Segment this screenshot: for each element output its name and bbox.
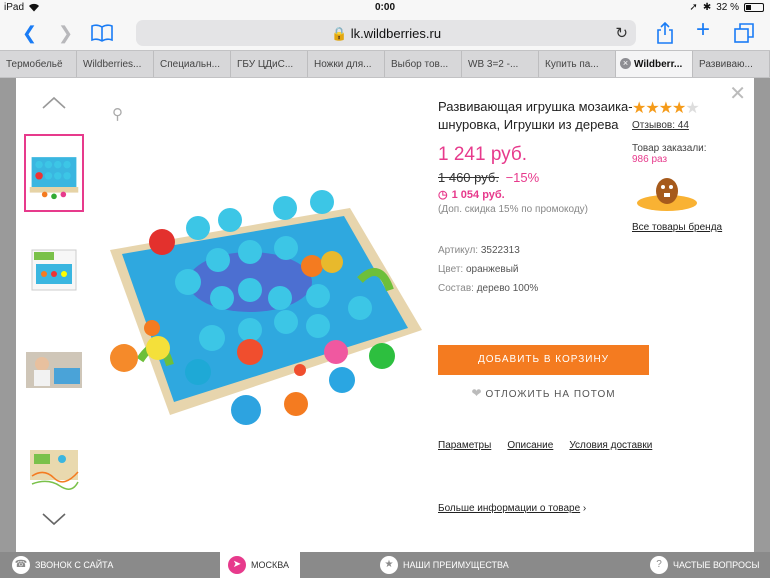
tab-label: Wildberr... [634, 59, 683, 70]
faq-label: ЧАСТЫЕ ВОПРОСЫ [673, 560, 760, 570]
clock: 0:00 [374, 2, 395, 13]
ordered-count: 986 раз [632, 154, 668, 165]
add-to-cart-button[interactable]: ДОБАВИТЬ В КОРЗИНУ [438, 345, 649, 375]
close-tab-icon[interactable]: × [620, 58, 631, 69]
product-modal: ✕ ⚲ Развивающая игрушка мозаика-шнуровка… [16, 78, 754, 552]
rating-column: ★★★★★ Отзывов: 44 Товар заказали: 986 ра… [632, 98, 742, 233]
product-tabs: Параметры Описание Условия доставки [438, 440, 652, 451]
save-for-later-button[interactable]: ❤ ОТЛОЖИТЬ НА ПОТОМ [438, 386, 649, 400]
bottom-bar: ☎ ЗВОНОК С САЙТА ➤ МОСКВА ★ НАШИ ПРЕИМУЩ… [0, 552, 770, 578]
share-icon[interactable] [656, 22, 674, 44]
more-info-label: Больше информации о товаре [438, 503, 581, 514]
chevron-right-icon: › [582, 503, 587, 514]
tab-label: Специальн... [160, 59, 220, 70]
ordered-label: Товар заказали: [632, 143, 707, 154]
tab-delivery[interactable]: Условия доставки [569, 440, 652, 451]
callback-button[interactable]: ☎ ЗВОНОК С САЙТА [12, 552, 113, 578]
browser-tab[interactable]: Термобельё [0, 51, 77, 77]
brand-link[interactable]: Все товары бренда [632, 222, 742, 233]
phone-icon: ☎ [12, 556, 30, 574]
address-bar[interactable]: 🔒 lk.wildberries.ru ↻ [136, 20, 636, 46]
bookmarks-icon[interactable] [90, 24, 114, 42]
city-selector[interactable]: ➤ МОСКВА [220, 552, 300, 578]
star-icon: ★ [645, 100, 659, 117]
tab-label: ГБУ ЦДиС... [237, 59, 294, 70]
composition-label: Состав: [438, 283, 474, 294]
color-label: Цвет: [438, 264, 464, 275]
tab-description[interactable]: Описание [507, 440, 553, 451]
thumbnail-1[interactable] [24, 134, 84, 212]
callback-label: ЗВОНОК С САЙТА [35, 560, 114, 570]
star-icon: ★ [380, 556, 398, 574]
bluetooth-icon: ✱ [702, 2, 712, 13]
faq-button[interactable]: ? ЧАСТЫЕ ВОПРОСЫ [650, 552, 759, 578]
tab-strip: Термобельё Wildberries... Специальн... Г… [0, 50, 770, 78]
promo-price: 1 054 руб. [451, 188, 505, 201]
star-icon: ★ [672, 100, 686, 117]
tab-parameters[interactable]: Параметры [438, 440, 491, 451]
thumbnail-3[interactable] [24, 330, 84, 408]
city-label: МОСКВА [251, 560, 289, 570]
brand-logo[interactable] [632, 173, 702, 215]
star-icon: ★ [632, 100, 646, 117]
tab-label: Ножки для... [314, 59, 372, 70]
tab-label: Купить па... [545, 59, 599, 70]
browser-tab[interactable]: Выбор тов... [385, 51, 462, 77]
product-attributes: Артикул: 3522313 Цвет: оранжевый Состав:… [438, 241, 668, 298]
browser-tab[interactable]: Ножки для... [308, 51, 385, 77]
tab-label: Wildberries... [83, 59, 142, 70]
star-icon: ★ [685, 100, 699, 117]
tabs-overview-icon[interactable] [734, 23, 754, 43]
color-value: оранжевый [465, 264, 519, 275]
article-label: Артикул: [438, 245, 479, 256]
location-icon: ➚ [689, 2, 698, 13]
save-for-later-label: ОТЛОЖИТЬ НА ПОТОМ [485, 389, 616, 400]
chevron-down-icon[interactable] [42, 506, 66, 530]
lock-icon: 🔒 [330, 26, 348, 41]
heart-icon: ❤ [471, 386, 483, 400]
old-price: 1 460 руб. [438, 170, 499, 185]
browser-tab[interactable]: WB 3=2 -... [462, 51, 539, 77]
location-pin-icon: ➤ [228, 556, 246, 574]
chevron-up-icon[interactable] [42, 92, 66, 116]
article-value: 3522313 [480, 245, 520, 256]
tab-label: Термобельё [6, 59, 63, 70]
tab-label: Выбор тов... [391, 59, 449, 70]
browser-tab[interactable]: Купить па... [539, 51, 616, 77]
url-text: lk.wildberries.ru [350, 26, 442, 41]
more-info-link[interactable]: Больше информации о товаре › [438, 503, 586, 514]
battery-percent: 32 % [716, 2, 739, 13]
back-icon[interactable]: ❮ [22, 23, 37, 43]
status-bar: iPad 0:00 ➚ ✱ 32 % [0, 0, 770, 16]
product-image[interactable] [100, 190, 430, 430]
clock-icon: ◷ [438, 189, 448, 201]
discount-badge: −15% [505, 170, 540, 185]
star-icon: ★ [658, 100, 673, 117]
battery-icon [744, 3, 764, 12]
advantages-button[interactable]: ★ НАШИ ПРЕИМУЩЕСТВА [380, 552, 509, 578]
browser-tab[interactable]: Специальн... [154, 51, 231, 77]
question-icon: ? [650, 556, 668, 574]
advantages-label: НАШИ ПРЕИМУЩЕСТВА [403, 560, 509, 570]
tab-label: Развиваю... [699, 59, 753, 70]
battery-level [746, 5, 752, 10]
browser-toolbar: ❮ ❯ 🔒 lk.wildberries.ru ↻ + [0, 16, 770, 50]
browser-tab[interactable]: Wildberries... [77, 51, 154, 77]
new-tab-icon[interactable]: + [696, 18, 710, 42]
thumbnail-2[interactable] [24, 232, 84, 310]
reviews-link[interactable]: Отзывов: 44 [632, 120, 742, 131]
forward-icon[interactable]: ❯ [58, 23, 73, 43]
tab-label: WB 3=2 -... [468, 59, 519, 70]
browser-tab[interactable]: Развиваю... [693, 51, 770, 77]
zoom-icon[interactable]: ⚲ [112, 105, 123, 123]
browser-tab[interactable]: ГБУ ЦДиС... [231, 51, 308, 77]
reload-icon[interactable]: ↻ [615, 24, 628, 42]
rating-stars: ★★★★★ [632, 98, 742, 118]
thumbnail-4[interactable] [24, 428, 84, 506]
composition-value: дерево 100% [476, 283, 539, 294]
browser-tab-active[interactable]: × Wildberr... [616, 51, 693, 77]
